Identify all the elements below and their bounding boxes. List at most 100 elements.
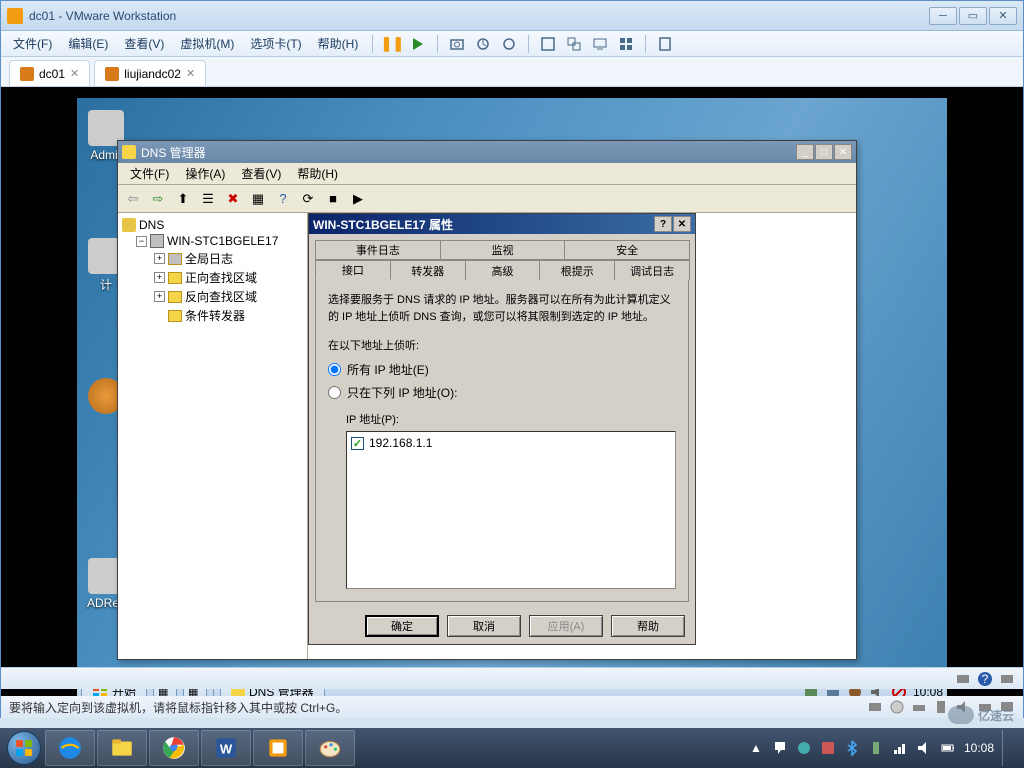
properties-icon[interactable]: ▦ [247, 188, 269, 210]
tree-conditional-fwd[interactable]: 条件转发器 [122, 306, 303, 325]
tray-app-icon[interactable] [796, 740, 812, 756]
expand-icon[interactable]: + [154, 291, 165, 302]
snapshot-manager-icon[interactable] [498, 33, 520, 55]
play-icon[interactable]: ▶ [347, 188, 369, 210]
tab-event-log[interactable]: 事件日志 [315, 240, 441, 260]
menu-tabs[interactable]: 选项卡(T) [242, 31, 309, 56]
refresh-icon[interactable]: ⟳ [297, 188, 319, 210]
menu-edit[interactable]: 编辑(E) [60, 31, 116, 56]
device-cd-icon[interactable] [889, 699, 905, 715]
tab-root-hints[interactable]: 根提示 [539, 260, 615, 280]
tree-server[interactable]: − WIN-STC1BGELE17 [122, 233, 303, 249]
pause-icon[interactable]: ❚❚ [381, 33, 403, 55]
usb-icon[interactable] [868, 740, 884, 756]
back-icon[interactable]: ⇦ [122, 188, 144, 210]
taskbar-ie[interactable] [45, 730, 95, 766]
vm-tab-dc01[interactable]: dc01 ✕ [9, 60, 90, 86]
action-center-icon[interactable] [772, 740, 788, 756]
menu-file[interactable]: 文件(F) [5, 31, 60, 56]
ok-button[interactable]: 确定 [365, 615, 439, 637]
menu-file[interactable]: 文件(F) [122, 163, 177, 184]
radio-all-input[interactable] [328, 363, 341, 376]
maximize-button[interactable]: ▭ [959, 7, 987, 25]
snapshot-icon[interactable] [446, 33, 468, 55]
tab-debug-log[interactable]: 调试日志 [614, 260, 690, 280]
radio-only-input[interactable] [328, 386, 341, 399]
vm-tab-liujiandc02[interactable]: liujiandc02 ✕ [94, 60, 206, 86]
library-icon[interactable] [654, 33, 676, 55]
close-icon[interactable]: ✕ [70, 67, 79, 80]
radio-only-ip[interactable]: 只在下列 IP 地址(O): [328, 384, 676, 401]
dns-titlebar[interactable]: DNS 管理器 _ □ ✕ [118, 141, 856, 163]
host-start-button[interactable] [4, 728, 44, 768]
minimize-button[interactable]: ─ [929, 7, 957, 25]
console-icon[interactable] [589, 33, 611, 55]
collapse-icon[interactable]: − [136, 236, 147, 247]
device-icon[interactable] [999, 671, 1015, 687]
thumbnail-icon[interactable] [615, 33, 637, 55]
play-icon[interactable] [407, 33, 429, 55]
close-button[interactable]: ✕ [989, 7, 1017, 25]
expand-icon[interactable]: + [154, 272, 165, 283]
ip-listbox[interactable]: ✓ 192.168.1.1 [346, 431, 676, 589]
tray-app-icon[interactable] [820, 740, 836, 756]
close-button[interactable]: ✕ [834, 144, 852, 160]
menu-view[interactable]: 查看(V) [116, 31, 172, 56]
cancel-button[interactable]: 取消 [447, 615, 521, 637]
help-button[interactable]: 帮助 [611, 615, 685, 637]
props-titlebar[interactable]: WIN-STC1BGELE17 属性 ? ✕ [309, 214, 695, 234]
menu-help[interactable]: 帮助(H) [289, 163, 346, 184]
list-icon[interactable]: ☰ [197, 188, 219, 210]
tree-reverse-zone[interactable]: + 反向查找区域 [122, 287, 303, 306]
minimize-button[interactable]: _ [796, 144, 814, 160]
device-hdd-icon[interactable] [867, 699, 883, 715]
device-icon[interactable] [955, 671, 971, 687]
tab-security[interactable]: 安全 [564, 240, 690, 260]
device-usb-icon[interactable] [933, 699, 949, 715]
tab-forwarders[interactable]: 转发器 [390, 260, 466, 280]
taskbar-vmware[interactable] [253, 730, 303, 766]
unity-icon[interactable] [563, 33, 585, 55]
maximize-button[interactable]: □ [815, 144, 833, 160]
checkbox-checked-icon[interactable]: ✓ [351, 437, 364, 450]
tab-advanced[interactable]: 高级 [465, 260, 541, 280]
menu-action[interactable]: 操作(A) [177, 163, 233, 184]
menu-view[interactable]: 查看(V) [233, 163, 289, 184]
volume-icon[interactable] [916, 740, 932, 756]
close-button[interactable]: ✕ [673, 216, 691, 232]
forward-icon[interactable]: ⇨ [147, 188, 169, 210]
apply-button[interactable]: 应用(A) [529, 615, 603, 637]
show-desktop-button[interactable] [1002, 730, 1010, 766]
dns-manager-window: DNS 管理器 _ □ ✕ 文件(F) 操作(A) 查看(V) 帮助(H) ⇦ … [117, 140, 857, 660]
fullscreen-icon[interactable] [537, 33, 559, 55]
tab-interfaces[interactable]: 接口 [315, 260, 391, 280]
delete-icon[interactable]: ✖ [222, 188, 244, 210]
help-icon[interactable]: ? [977, 671, 993, 687]
tree-forward-zone[interactable]: + 正向查找区域 [122, 268, 303, 287]
network-icon[interactable] [892, 740, 908, 756]
taskbar-chrome[interactable] [149, 730, 199, 766]
menu-vm[interactable]: 虚拟机(M) [172, 31, 242, 56]
taskbar-word[interactable]: W [201, 730, 251, 766]
show-hidden-icon[interactable]: ▲ [748, 740, 764, 756]
guest-area[interactable]: Admir 计 ADRec DNS 管理器 _ □ [1, 87, 1023, 717]
stop-icon[interactable]: ■ [322, 188, 344, 210]
clock[interactable]: 10:08 [964, 741, 994, 755]
help-button[interactable]: ? [654, 216, 672, 232]
device-network-icon[interactable] [911, 699, 927, 715]
close-icon[interactable]: ✕ [186, 67, 195, 80]
battery-icon[interactable] [940, 740, 956, 756]
taskbar-paint[interactable] [305, 730, 355, 766]
expand-icon[interactable]: + [154, 253, 165, 264]
tree-root-dns[interactable]: DNS [122, 217, 303, 233]
up-icon[interactable]: ⬆ [172, 188, 194, 210]
snapshot-revert-icon[interactable] [472, 33, 494, 55]
taskbar-explorer[interactable] [97, 730, 147, 766]
bluetooth-icon[interactable] [844, 740, 860, 756]
menu-help[interactable]: 帮助(H) [310, 31, 367, 56]
radio-all-ip[interactable]: 所有 IP 地址(E) [328, 361, 676, 378]
tab-monitor[interactable]: 监视 [440, 240, 566, 260]
ip-item[interactable]: ✓ 192.168.1.1 [351, 436, 671, 450]
help-icon[interactable]: ? [272, 188, 294, 210]
tree-global-log[interactable]: + 全局日志 [122, 249, 303, 268]
